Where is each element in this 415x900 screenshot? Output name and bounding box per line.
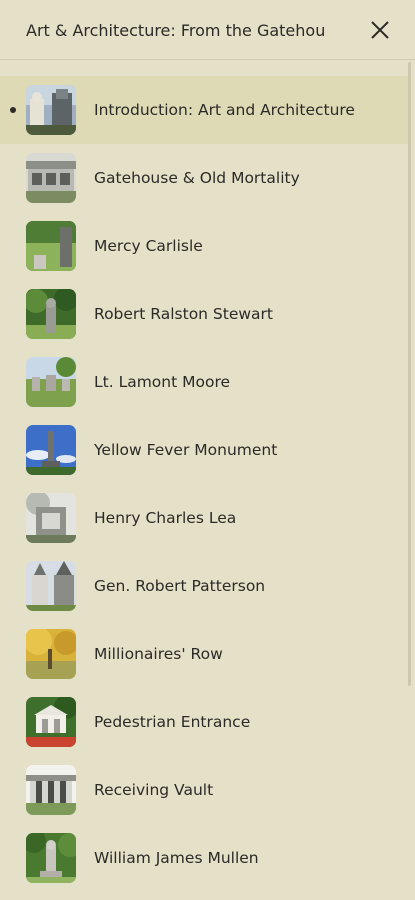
stop-thumbnail-statue-monument — [26, 85, 76, 135]
stop-label: Gatehouse & Old Mortality — [94, 169, 300, 187]
stop-label: William James Mullen — [94, 849, 259, 867]
stop-item-introduction[interactable]: Introduction: Art and Architecture — [0, 76, 408, 144]
stop-label: Yellow Fever Monument — [94, 441, 278, 459]
stop-list: Introduction: Art and Architecture Gateh… — [0, 76, 408, 892]
stop-thumbnail-trees-statue — [26, 289, 76, 339]
stop-thumbnail-obelisk-sky — [26, 425, 76, 475]
stop-item-lt-lamont-moore[interactable]: Lt. Lamont Moore — [0, 348, 408, 416]
stop-thumbnail-statue-garden — [26, 833, 76, 883]
stop-label: Mercy Carlisle — [94, 237, 203, 255]
stop-thumbnail-gothic-monuments — [26, 561, 76, 611]
current-stop-bullet — [10, 107, 16, 113]
stop-label: Henry Charles Lea — [94, 509, 237, 527]
stop-item-robert-ralston-stewart[interactable]: Robert Ralston Stewart — [0, 280, 408, 348]
stop-label: Millionaires' Row — [94, 645, 223, 663]
stop-item-yellow-fever-monument[interactable]: Yellow Fever Monument — [0, 416, 408, 484]
stop-thumbnail-colonnade — [26, 765, 76, 815]
list-scrollbar[interactable] — [408, 62, 411, 686]
stop-item-receiving-vault[interactable]: Receiving Vault — [0, 756, 408, 824]
stop-label: Lt. Lamont Moore — [94, 373, 231, 391]
stop-thumbnail-pavilion — [26, 697, 76, 747]
stop-item-mercy-carlisle[interactable]: Mercy Carlisle — [0, 212, 408, 280]
tour-title: Art & Architecture: From the Gatehou — [26, 21, 326, 40]
close-x-icon — [371, 21, 389, 39]
stop-thumbnail-grave-lawn — [26, 221, 76, 271]
stop-thumbnail-headstones — [26, 357, 76, 407]
stop-thumbnail-ornate-tomb — [26, 493, 76, 543]
stop-label: Gen. Robert Patterson — [94, 577, 266, 595]
stop-item-gen-robert-patterson[interactable]: Gen. Robert Patterson — [0, 552, 408, 620]
close-button[interactable] — [364, 14, 396, 46]
stop-label: Receiving Vault — [94, 781, 214, 799]
stop-item-gatehouse[interactable]: Gatehouse & Old Mortality — [0, 144, 408, 212]
stop-thumbnail-autumn-trees — [26, 629, 76, 679]
tour-header: Art & Architecture: From the Gatehou — [0, 0, 415, 60]
stop-thumbnail-gatehouse — [26, 153, 76, 203]
stop-item-pedestrian-entrance[interactable]: Pedestrian Entrance — [0, 688, 408, 756]
stop-label: Pedestrian Entrance — [94, 713, 251, 731]
stop-label: Robert Ralston Stewart — [94, 305, 274, 323]
stop-label: Introduction: Art and Architecture — [94, 101, 355, 119]
stop-item-henry-charles-lea[interactable]: Henry Charles Lea — [0, 484, 408, 552]
stop-item-william-james-mullen[interactable]: William James Mullen — [0, 824, 408, 892]
stop-item-millionaires-row[interactable]: Millionaires' Row — [0, 620, 408, 688]
